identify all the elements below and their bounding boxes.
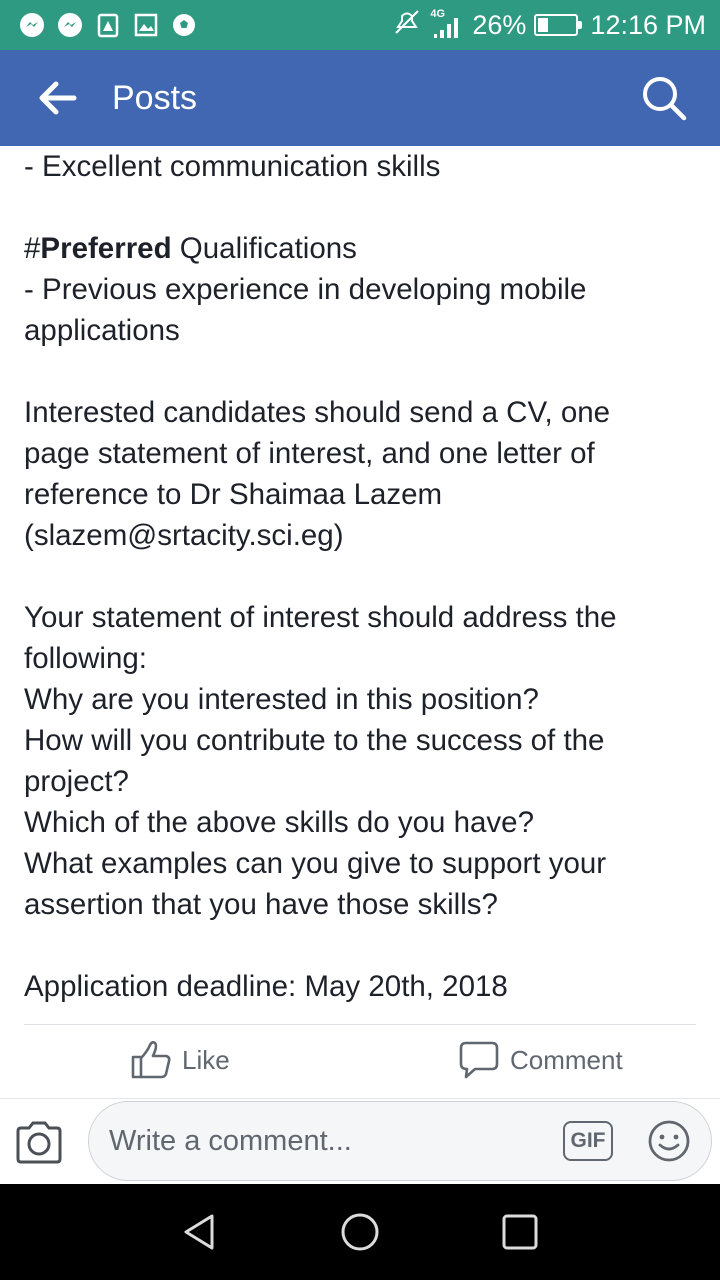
apply-paragraph: Interested candidates should send a CV, … bbox=[24, 392, 700, 556]
post-line: page statement of interest, and one lett… bbox=[24, 437, 595, 470]
hashtag-symbol: # bbox=[24, 232, 41, 265]
post-line: - Previous experience in developing mobi… bbox=[24, 273, 587, 306]
gif-button[interactable]: GIF bbox=[563, 1121, 613, 1161]
statement-paragraph: Your statement of interest should addres… bbox=[24, 597, 700, 925]
battery-percent: 26% bbox=[472, 9, 527, 40]
shield-alert-icon bbox=[94, 11, 122, 39]
search-icon bbox=[643, 77, 687, 121]
deadline-paragraph: Application deadline: May 20th, 2018 bbox=[24, 966, 700, 1007]
nav-back-button[interactable] bbox=[180, 1212, 220, 1252]
system-status: 4G 26% 12:16 PM bbox=[392, 7, 706, 44]
page-title: Posts bbox=[112, 78, 198, 117]
post-line: project? bbox=[24, 765, 129, 798]
camera-icon bbox=[16, 1121, 62, 1164]
battery-level bbox=[538, 18, 548, 32]
signal-icon: 4G bbox=[430, 8, 464, 40]
post-line: What examples can you give to support yo… bbox=[24, 847, 607, 880]
nav-home-icon bbox=[341, 1213, 379, 1251]
system-nav-bar bbox=[0, 1184, 720, 1280]
back-button[interactable] bbox=[28, 68, 88, 128]
post-body: - Excellent communication skills #Prefer… bbox=[24, 146, 700, 1048]
image-icon bbox=[132, 11, 160, 39]
skills-paragraph: - Excellent communication skills bbox=[24, 146, 700, 187]
notification-icons bbox=[18, 11, 198, 39]
smiley-icon bbox=[648, 1120, 690, 1162]
top-app-bar: Posts bbox=[0, 50, 720, 146]
hashtag-word: Preferred bbox=[40, 232, 172, 265]
camera-button[interactable] bbox=[14, 1119, 64, 1165]
post-line: Your statement of interest should addres… bbox=[24, 601, 617, 634]
messenger-icon bbox=[18, 11, 46, 39]
soccer-ball-icon bbox=[170, 11, 198, 39]
battery-icon bbox=[534, 14, 583, 36]
divider bbox=[24, 1024, 696, 1025]
post-line: Why are you interested in this position? bbox=[24, 683, 539, 716]
arrow-left-icon bbox=[39, 81, 77, 115]
post-line: Interested candidates should send a CV, … bbox=[24, 396, 611, 429]
post-line: How will you contribute to the success o… bbox=[24, 724, 605, 757]
post-actions: Like Comment bbox=[0, 1040, 720, 1096]
post-line: Application deadline: May 20th, 2018 bbox=[24, 970, 508, 1003]
nav-home-button[interactable] bbox=[340, 1212, 380, 1252]
post-line: applications bbox=[24, 314, 180, 347]
post-line: assertion that you have those skills? bbox=[24, 888, 498, 921]
comment-input-wrapper: GIF bbox=[88, 1101, 712, 1181]
post-line: Which of the above skills do you have? bbox=[24, 806, 534, 839]
post-line: - Excellent communication skills bbox=[24, 150, 441, 183]
comment-bar: GIF bbox=[0, 1098, 720, 1184]
comment-label: Comment bbox=[510, 1044, 623, 1075]
post-text: Qualifications bbox=[171, 232, 357, 265]
mute-icon bbox=[392, 7, 422, 44]
messenger-icon bbox=[56, 11, 84, 39]
qualifications-paragraph: #Preferred Qualifications - Previous exp… bbox=[24, 228, 700, 351]
clock: 12:16 PM bbox=[590, 9, 706, 40]
thumbs-up-icon bbox=[131, 1041, 171, 1079]
post-line: #Preferred Qualifications bbox=[24, 228, 700, 269]
status-bar: 4G 26% 12:16 PM bbox=[0, 0, 720, 50]
emoji-button[interactable] bbox=[647, 1119, 691, 1163]
like-label: Like bbox=[182, 1044, 230, 1075]
hashtag[interactable]: #Preferred bbox=[24, 232, 172, 265]
nav-recent-apps-icon bbox=[502, 1214, 538, 1250]
network-type: 4G bbox=[430, 8, 446, 20]
comment-button[interactable]: Comment bbox=[458, 1040, 623, 1080]
post-line: following: bbox=[24, 642, 147, 675]
like-button[interactable]: Like bbox=[130, 1040, 230, 1080]
search-button[interactable] bbox=[634, 68, 694, 128]
comment-input[interactable] bbox=[109, 1124, 529, 1158]
speech-bubble-icon bbox=[459, 1041, 499, 1079]
email-link[interactable]: (slazem@srtacity.sci.eg) bbox=[24, 515, 700, 556]
post-line: reference to Dr Shaimaa Lazem bbox=[24, 478, 443, 511]
nav-back-icon bbox=[184, 1214, 214, 1250]
nav-recent-apps-button[interactable] bbox=[500, 1212, 540, 1252]
